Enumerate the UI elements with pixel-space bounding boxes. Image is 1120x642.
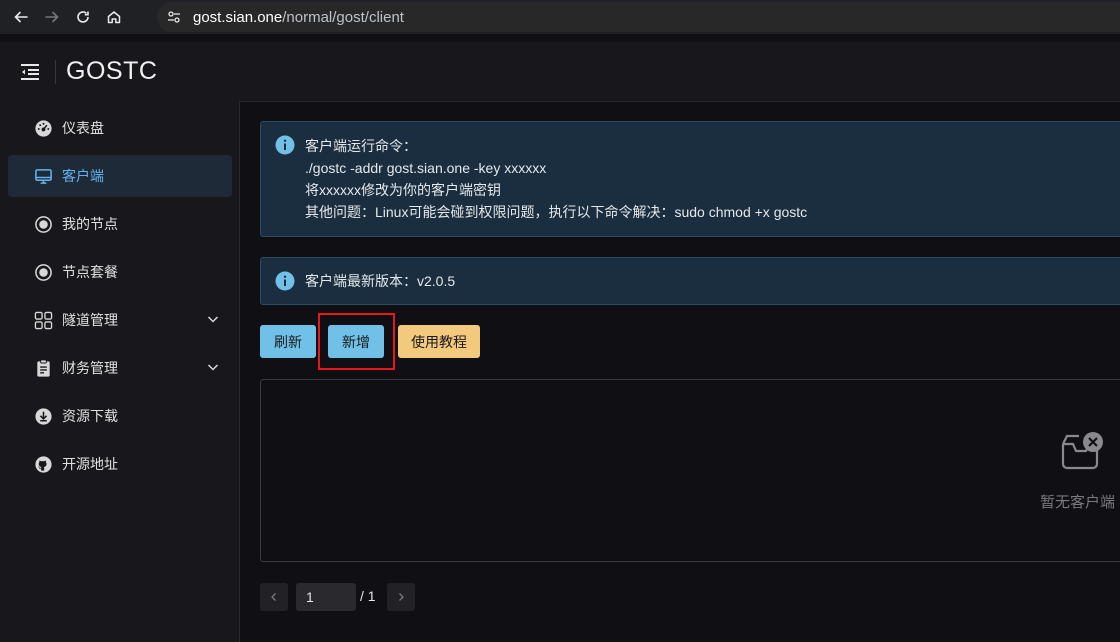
collapse-menu-icon[interactable] (17, 59, 43, 85)
header-divider (55, 59, 56, 84)
sidebar-item-open-source[interactable]: 开源地址 (8, 443, 232, 485)
back-arrow-icon[interactable] (11, 7, 31, 27)
page-number-input[interactable] (296, 583, 356, 611)
sidebar-item-label: 客户端 (62, 168, 104, 184)
download-circle-icon (33, 406, 53, 426)
sidebar-item-label: 开源地址 (62, 456, 118, 472)
forward-arrow-icon[interactable] (42, 7, 62, 27)
sidebar-item-dashboard[interactable]: 仪表盘 (8, 107, 232, 149)
address-bar[interactable]: gost.sian.one/normal/gost/client (157, 2, 1120, 32)
command-info-alert: 客户端运行命令： ./gostc -addr gost.sian.one -ke… (260, 121, 1120, 237)
sidebar-item-node-plans[interactable]: 节点套餐 (8, 251, 232, 293)
client-table: 暂无客户端 (260, 379, 1120, 562)
chevron-left-icon (271, 593, 276, 601)
sidebar-item-tunnels[interactable]: 隧道管理 (8, 299, 232, 341)
reload-icon[interactable] (73, 7, 93, 27)
sidebar-item-my-nodes[interactable]: 我的节点 (8, 203, 232, 245)
monitor-icon (33, 166, 53, 186)
browser-toolbar: gost.sian.one/normal/gost/client (0, 0, 1120, 34)
sidebar-item-finance[interactable]: 财务管理 (8, 347, 232, 389)
radio-circle-icon (33, 214, 53, 234)
info-icon (275, 135, 295, 155)
app-title: GOSTC (66, 57, 158, 85)
latest-version-text: 客户端最新版本：v2.0.5 (305, 273, 456, 289)
refresh-button[interactable]: 刷新 (260, 325, 316, 358)
browser-divider (0, 34, 1120, 42)
alert-line: 将xxxxxx修改为你的客户端密钥 (305, 182, 501, 198)
home-icon[interactable] (104, 7, 124, 27)
sidebar-item-client[interactable]: 客户端 (8, 155, 232, 197)
url-text: gost.sian.one/normal/gost/client (193, 9, 404, 26)
sidebar-item-label: 仪表盘 (62, 120, 104, 136)
clipboard-icon (33, 358, 53, 378)
alert-line: ./gostc -addr gost.sian.one -key xxxxxx (305, 160, 547, 176)
alert-line: 客户端运行命令： (305, 138, 417, 154)
sidebar: 仪表盘 客户端 我的节点 节点套餐 隧道管理 财务管理 资源下载 开源地址 (0, 101, 240, 642)
command-instructions: 客户端运行命令： ./gostc -addr gost.sian.one -ke… (305, 135, 807, 223)
tutorial-button[interactable]: 使用教程 (398, 325, 480, 358)
prev-page-button[interactable] (260, 583, 288, 611)
add-button[interactable]: 新增 (328, 325, 384, 358)
dashboard-gauge-icon (33, 118, 53, 138)
github-icon (33, 454, 53, 474)
version-info-alert: 客户端最新版本：v2.0.5 (260, 257, 1120, 305)
main-content: 客户端运行命令： ./gostc -addr gost.sian.one -ke… (240, 101, 1120, 642)
site-settings-icon[interactable] (165, 8, 183, 26)
sidebar-item-downloads[interactable]: 资源下载 (8, 395, 232, 437)
url-path: /normal/gost/client (282, 8, 404, 26)
chevron-down-icon (207, 316, 219, 323)
url-host: gost.sian.one (193, 8, 283, 26)
page-total-text: / 1 (360, 588, 376, 604)
radio-circle-icon (33, 262, 53, 282)
info-icon (275, 271, 295, 291)
sidebar-item-label: 我的节点 (62, 216, 118, 232)
alert-line: 其他问题：Linux可能会碰到权限问题，执行以下命令解决：sudo chmod … (305, 204, 808, 220)
sidebar-item-label: 隧道管理 (62, 312, 118, 328)
next-page-button[interactable] (387, 583, 415, 611)
sidebar-item-label: 节点套餐 (62, 264, 118, 280)
sidebar-item-label: 资源下载 (62, 408, 118, 424)
sidebar-item-label: 财务管理 (62, 360, 118, 376)
empty-state-text: 暂无客户端 (1040, 494, 1116, 511)
chevron-right-icon (399, 593, 404, 601)
app-header: GOSTC (0, 42, 1120, 102)
empty-inbox-icon (1061, 432, 1103, 470)
grid-apps-icon (33, 310, 53, 330)
chevron-down-icon (207, 364, 219, 371)
